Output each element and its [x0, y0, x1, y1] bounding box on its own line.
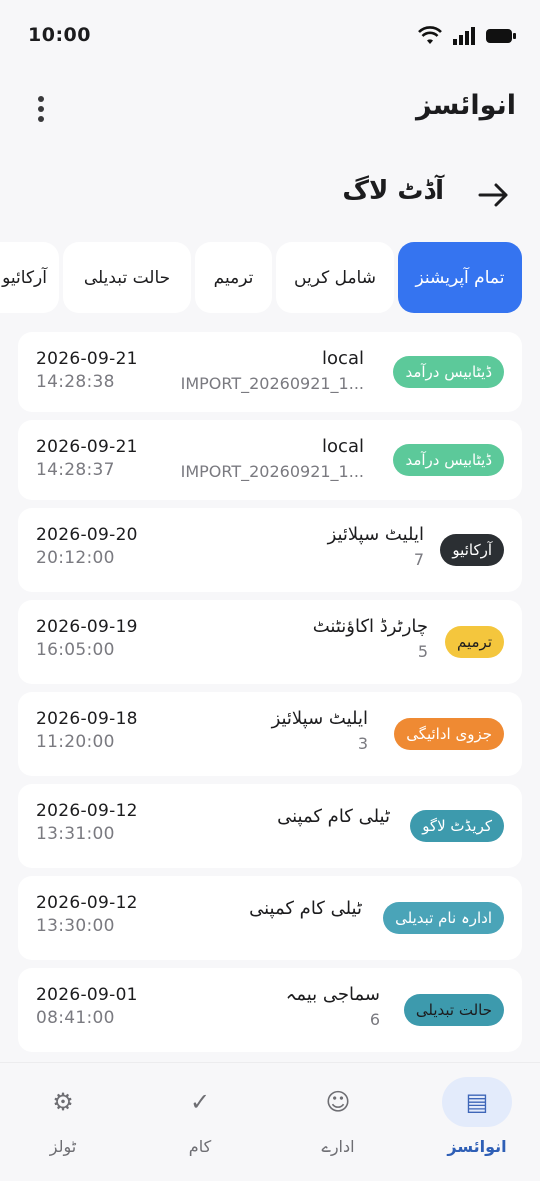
- chip-label: آرکائیو: [2, 267, 47, 288]
- check-icon: ✓: [189, 1088, 211, 1116]
- operation-badge: کریڈٹ لاگو: [410, 810, 504, 842]
- entry-title: سماجی بیمہ: [285, 984, 380, 1005]
- entry-date: 2026-09-01: [36, 985, 138, 1005]
- bottom-navigation: ▤ انوائسز ☺ ادارے ✓ کام ⚙ ٹولز: [0, 1062, 540, 1181]
- entry-date: 2026-09-12: [36, 893, 138, 913]
- operation-badge: ڈیٹابیس درآمد: [393, 356, 504, 388]
- operation-badge: ادارہ نام تبدیلی: [383, 902, 504, 934]
- battery-icon: [486, 29, 516, 43]
- more-menu-button[interactable]: [26, 94, 56, 124]
- entry-time: 11:20:00: [36, 732, 115, 752]
- nav-item-entities[interactable]: ☺ ادارے: [288, 1077, 388, 1173]
- nav-label: ادارے: [321, 1137, 355, 1156]
- entry-time: 13:30:00: [36, 916, 115, 936]
- section-header: آڈٹ لاگ: [0, 168, 540, 224]
- nav-label: ٹولز: [49, 1137, 77, 1156]
- nav-label: انوائسز: [447, 1137, 507, 1156]
- entry-title: ٹیلی کام کمپنی: [249, 898, 362, 919]
- entry-subtitle: IMPORT_20260921_1...: [180, 462, 364, 481]
- nav-label: کام: [188, 1137, 212, 1156]
- chip-label: شامل کریں: [294, 267, 376, 288]
- audit-log-entry[interactable]: کریڈٹ لاگو ٹیلی کام کمپنی 2026-09-12 13:…: [18, 784, 522, 868]
- chip-label: ترمیم: [213, 267, 254, 288]
- filter-chip-status-change[interactable]: حالت تبدیلی: [63, 242, 191, 313]
- chip-label: حالت تبدیلی: [83, 267, 171, 288]
- operation-badge: حالت تبدیلی: [403, 994, 504, 1026]
- entry-date: 2026-09-18: [36, 709, 138, 729]
- chip-label: تمام آپریشنز: [415, 267, 505, 288]
- signal-icon: [453, 27, 475, 45]
- audit-log-entry[interactable]: حالت تبدیلی سماجی بیمہ 6 2026-09-01 08:4…: [18, 968, 522, 1052]
- wifi-icon: [418, 26, 442, 44]
- entry-title: ایلیٹ سپلائیز: [271, 708, 368, 729]
- entry-time: 13:31:00: [36, 824, 115, 844]
- filter-chip-add[interactable]: شامل کریں: [276, 242, 394, 313]
- filter-chip-row: تمام آپریشنز شامل کریں ترمیم حالت تبدیلی…: [0, 242, 540, 314]
- entry-subtitle: 5: [417, 642, 428, 661]
- operation-badge: جزوی ادائیگی: [394, 718, 504, 750]
- nav-item-tools[interactable]: ⚙ ٹولز: [13, 1077, 113, 1173]
- operation-badge: ڈیٹابیس درآمد: [393, 444, 504, 476]
- audit-log-entry[interactable]: آرکائیو ایلیٹ سپلائیز 7 2026-09-20 20:12…: [18, 508, 522, 592]
- audit-log-entry[interactable]: ادارہ نام تبدیلی ٹیلی کام کمپنی 2026-09-…: [18, 876, 522, 960]
- entry-time: 08:41:00: [36, 1008, 115, 1028]
- entry-title: local: [322, 348, 364, 369]
- entry-subtitle: IMPORT_20260921_1...: [180, 374, 364, 393]
- audit-log-entry[interactable]: ترمیم چارٹرڈ اکاؤنٹنٹ 5 2026-09-19 16:05…: [18, 600, 522, 684]
- entry-time: 14:28:38: [36, 372, 115, 392]
- entry-title: ٹیلی کام کمپنی: [277, 806, 390, 827]
- entry-date: 2026-09-19: [36, 617, 138, 637]
- filter-chip-all-operations[interactable]: تمام آپریشنز: [398, 242, 522, 313]
- entry-title: چارٹرڈ اکاؤنٹنٹ: [312, 616, 428, 637]
- status-bar: 10:00: [0, 0, 540, 72]
- app-bar: انوائسز: [0, 72, 540, 148]
- entry-date: 2026-09-21: [36, 349, 138, 369]
- entities-icon: ☺: [325, 1088, 351, 1116]
- status-time: 10:00: [28, 24, 91, 46]
- filter-chip-archive[interactable]: آرکائیو: [0, 242, 59, 313]
- nav-item-tasks[interactable]: ✓ کام: [150, 1077, 250, 1173]
- entry-title: local: [322, 436, 364, 457]
- audit-log-entry[interactable]: ڈیٹابیس درآمد local IMPORT_20260921_1...…: [18, 420, 522, 500]
- section-title: آڈٹ لاگ: [342, 176, 444, 206]
- gear-icon: ⚙: [52, 1088, 74, 1116]
- entry-date: 2026-09-21: [36, 437, 138, 457]
- app-title: انوائسز: [416, 90, 516, 121]
- status-icons: [418, 26, 516, 46]
- operation-badge: ترمیم: [445, 626, 504, 658]
- dot-icon: [38, 106, 44, 112]
- entry-time: 14:28:37: [36, 460, 115, 480]
- entry-subtitle: 7: [413, 550, 424, 569]
- dot-icon: [38, 116, 44, 122]
- back-arrow-icon[interactable]: [476, 178, 510, 212]
- entry-date: 2026-09-20: [36, 525, 138, 545]
- entry-title: ایلیٹ سپلائیز: [327, 524, 424, 545]
- audit-log-entry[interactable]: ڈیٹابیس درآمد local IMPORT_20260921_1...…: [18, 332, 522, 412]
- entry-date: 2026-09-12: [36, 801, 138, 821]
- entry-subtitle: 6: [369, 1010, 380, 1029]
- entry-time: 16:05:00: [36, 640, 115, 660]
- operation-badge: آرکائیو: [440, 534, 504, 566]
- audit-log-entry[interactable]: جزوی ادائیگی ایلیٹ سپلائیز 3 2026-09-18 …: [18, 692, 522, 776]
- invoice-list-icon: ▤: [442, 1077, 512, 1127]
- nav-item-invoices[interactable]: ▤ انوائسز: [427, 1077, 527, 1173]
- filter-chip-edit[interactable]: ترمیم: [195, 242, 272, 313]
- entry-time: 20:12:00: [36, 548, 115, 568]
- entry-subtitle: 3: [357, 734, 368, 753]
- dot-icon: [38, 96, 44, 102]
